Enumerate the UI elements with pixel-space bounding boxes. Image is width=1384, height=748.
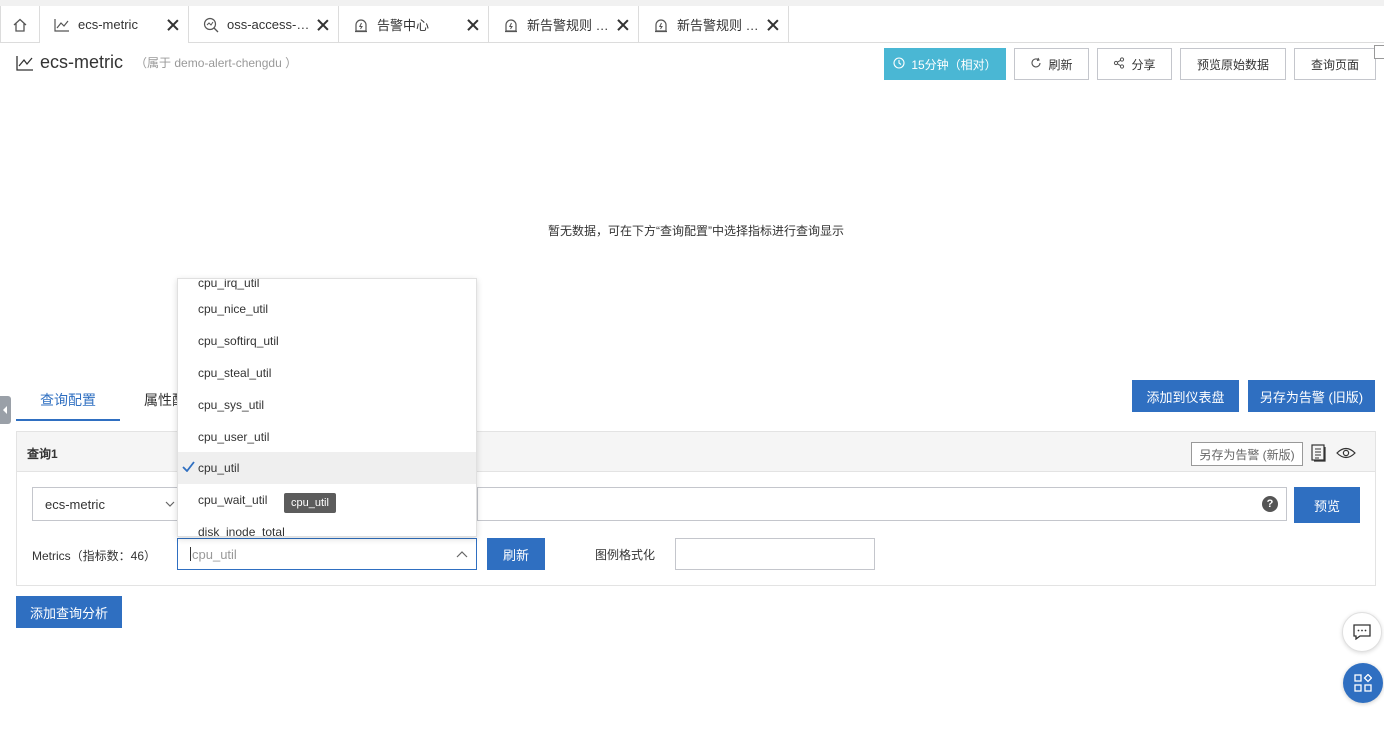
preview-raw-label: 预览原始数据 — [1196, 57, 1269, 72]
query-page-label: 查询页面 — [1310, 57, 1359, 72]
metrics-label: Metrics（指标数：46） — [32, 549, 157, 563]
page-header: ecs-metric （属于 demo-alert-chengdu ） — [16, 52, 297, 73]
text-caret — [190, 547, 191, 561]
tab-oss-access-log[interactable]: oss-access-log — [189, 6, 339, 43]
tab-label: 新告警规则 C... — [527, 18, 610, 33]
tab-alert-center[interactable]: 告警中心 — [339, 6, 489, 43]
close-icon[interactable] — [316, 18, 330, 32]
alarm-bell-icon — [503, 17, 519, 33]
empty-state-message: 暂无数据，可在下方“查询配置”中选择指标进行查询显示 — [548, 224, 844, 238]
collapse-handle[interactable] — [0, 396, 11, 424]
dropdown-option[interactable]: cpu_user_util — [178, 421, 476, 453]
add-to-dashboard-button[interactable]: 添加到仪表盘 — [1132, 380, 1239, 412]
query-input[interactable]: ? — [477, 487, 1287, 521]
dropdown-option[interactable]: cpu_softirq_util — [178, 325, 476, 357]
tab-label: 新告警规则 O... — [677, 18, 760, 33]
legend-format-label: 图例格式化 — [595, 548, 656, 562]
chat-icon — [1353, 624, 1371, 640]
metric-select-value: cpu_util — [192, 546, 237, 562]
tab-new-alert-rule-c[interactable]: 新告警规则 C... — [489, 6, 639, 43]
tab-label: ecs-metric — [78, 17, 138, 32]
preview-button[interactable]: 预览 — [1294, 487, 1360, 523]
tab-label: 告警中心 — [377, 18, 430, 33]
preview-raw-data-button[interactable]: 预览原始数据 — [1180, 48, 1286, 80]
metrics-refresh-button[interactable]: 刷新 — [487, 538, 545, 570]
document-icon[interactable] — [1311, 444, 1327, 462]
metric-select[interactable]: cpu_util — [177, 538, 477, 570]
tooltip: cpu_util — [284, 493, 336, 513]
save-as-alert-old-button[interactable]: 另存为告警 (旧版) — [1248, 380, 1375, 412]
dropdown-option[interactable]: cpu_nice_util — [178, 293, 476, 325]
logstore-value: ecs-metric — [45, 496, 105, 512]
page-title: ecs-metric — [40, 52, 124, 72]
legend-format-input[interactable] — [675, 538, 875, 570]
query-page-button[interactable]: 查询页面 — [1294, 48, 1376, 80]
add-query-analysis-button[interactable]: 添加查询分析 — [16, 596, 122, 628]
time-range-label: 15分钟（相对） — [911, 57, 997, 72]
share-label: 分享 — [1131, 57, 1156, 72]
close-icon[interactable] — [616, 18, 630, 32]
help-icon[interactable]: ? — [1262, 496, 1278, 512]
close-icon[interactable] — [766, 18, 780, 32]
dropdown-option[interactable]: disk_inode_total — [178, 516, 476, 536]
dropdown-option-label: cpu_util — [198, 461, 240, 475]
tab-query-config[interactable]: 查询配置 — [16, 380, 120, 421]
search-chart-icon — [203, 17, 219, 33]
refresh-button[interactable]: 刷新 — [1014, 48, 1089, 80]
close-icon[interactable] — [466, 18, 480, 32]
check-icon — [182, 461, 195, 472]
tab-ecs-metric[interactable]: ecs-metric — [40, 6, 189, 43]
save-as-alert-new-button[interactable]: 另存为告警 (新版) — [1191, 442, 1303, 466]
tab-new-alert-rule-o[interactable]: 新告警规则 O... — [639, 6, 789, 43]
tab-home[interactable] — [0, 6, 40, 43]
page-subtitle: （属于 demo-alert-chengdu ） — [135, 56, 298, 70]
chevron-up-icon — [456, 551, 468, 558]
alarm-bell-icon — [353, 17, 369, 33]
home-icon — [13, 18, 27, 32]
apps-grid-icon — [1354, 674, 1372, 692]
chevron-down-icon — [165, 501, 175, 507]
dropdown-option-selected[interactable]: cpu_util — [178, 452, 476, 484]
apps-button[interactable] — [1343, 663, 1383, 703]
refresh-icon — [1030, 57, 1042, 72]
alarm-bell-icon — [653, 17, 669, 33]
corner-widget[interactable] — [1374, 45, 1384, 59]
time-range-button[interactable]: 15分钟（相对） — [884, 48, 1006, 80]
clock-icon — [893, 56, 905, 72]
query-title: 查询1 — [27, 447, 58, 461]
line-chart-icon — [16, 55, 33, 71]
eye-icon[interactable] — [1336, 445, 1356, 461]
tab-bar: ecs-metric oss-access-log 告警中心 新告警规则 C..… — [0, 0, 1384, 43]
tab-label: oss-access-log — [227, 17, 310, 32]
close-icon[interactable] — [166, 18, 180, 32]
chat-button[interactable] — [1342, 612, 1382, 652]
refresh-label: 刷新 — [1048, 57, 1073, 72]
logstore-select[interactable]: ecs-metric — [32, 487, 182, 521]
dropdown-option[interactable]: cpu_sys_util — [178, 389, 476, 421]
line-chart-icon — [54, 17, 70, 33]
share-button[interactable]: 分享 — [1097, 48, 1172, 80]
dropdown-option[interactable]: cpu_steal_util — [178, 357, 476, 389]
share-icon — [1113, 56, 1125, 72]
